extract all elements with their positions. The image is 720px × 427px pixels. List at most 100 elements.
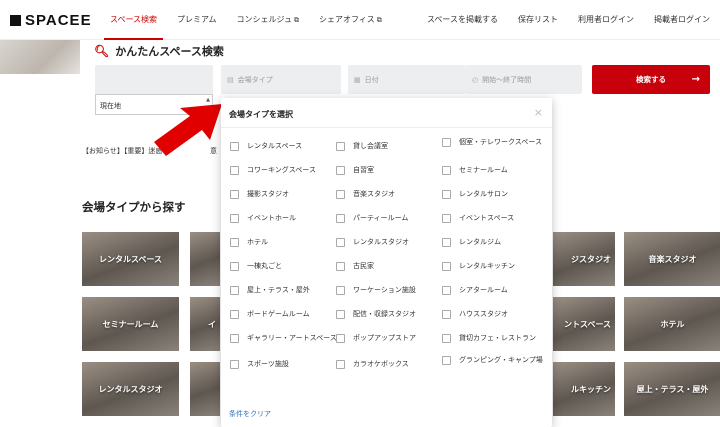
nav-item[interactable]: 利用者ログイン [568, 0, 644, 40]
venue-type-modal: 会場タイプを選択 × レンタルスペース 貸し会議室 個室・テレワークスペースコワーキ… [221, 98, 552, 427]
checkbox[interactable] [230, 360, 239, 369]
checkbox[interactable] [442, 138, 451, 147]
tile-partial[interactable]: ジスタジオ [553, 232, 615, 286]
hero-image [0, 40, 80, 74]
checkbox[interactable] [230, 166, 239, 175]
checkbox[interactable] [336, 310, 345, 319]
checkbox[interactable] [442, 286, 451, 295]
venue-type-option[interactable]: ワーケーション施設 [336, 286, 446, 295]
external-link-icon: ⧉ [376, 16, 382, 24]
venue-type-option[interactable]: ギャラリー・アートスペース [230, 334, 340, 343]
nav-item[interactable]: シェアオフィス ⧉ [309, 0, 392, 40]
venue-type-option[interactable]: ポップアップストア [336, 334, 446, 343]
checkbox[interactable] [442, 310, 451, 319]
option-label: ホテル [247, 238, 268, 246]
nav-item[interactable]: プレミアム [167, 0, 226, 40]
checkbox[interactable] [442, 238, 451, 247]
venue-type-option[interactable]: 個室・テレワークスペース [442, 138, 552, 147]
search-title-text: かんたんスペース検索 [115, 45, 224, 58]
checkbox[interactable] [336, 360, 345, 369]
checkbox[interactable] [442, 214, 451, 223]
checkbox[interactable] [336, 286, 345, 295]
nav-item[interactable]: コンシェルジュ ⧉ [227, 0, 309, 40]
checkbox[interactable] [336, 142, 345, 151]
checkbox[interactable] [230, 262, 239, 271]
tile-partial[interactable] [190, 232, 220, 286]
venue-type-option[interactable]: 貸し会議室 [336, 142, 446, 151]
checkbox[interactable] [336, 262, 345, 271]
tile-partial[interactable]: ルキッチン [553, 362, 615, 416]
option-label: レンタルジム [459, 238, 501, 246]
venue-type-option[interactable]: カラオケボックス [336, 360, 446, 369]
venue-type-option[interactable]: 古民家 [336, 262, 446, 271]
tile-hotel[interactable]: ホテル [624, 297, 720, 351]
checkbox[interactable] [336, 166, 345, 175]
checkbox[interactable] [442, 356, 451, 365]
venue-type-option[interactable]: 自習室 [336, 166, 446, 175]
venue-type-option[interactable]: 一棟丸ごと [230, 262, 340, 271]
venue-type-option[interactable]: ボードゲームルーム [230, 310, 340, 319]
tile-partial[interactable] [190, 362, 220, 416]
venue-type-option[interactable]: シアタールーム [442, 286, 552, 295]
checkbox[interactable] [230, 238, 239, 247]
venue-type-option[interactable]: ホテル [230, 238, 340, 247]
close-icon[interactable]: × [534, 106, 543, 119]
tile-seminar-room[interactable]: セミナールーム [82, 297, 179, 351]
venue-type-option[interactable]: 屋上・テラス・屋外 [230, 286, 340, 295]
location-field[interactable] [95, 65, 213, 94]
checkbox[interactable] [230, 334, 239, 343]
checkbox[interactable] [442, 334, 451, 343]
venue-type-option[interactable]: スポーツ施設 [230, 360, 340, 369]
venue-type-option[interactable]: レンタルジム [442, 238, 552, 247]
tile-music-studio[interactable]: 音楽スタジオ [624, 232, 720, 286]
clear-conditions-link[interactable]: 条件をクリア [229, 409, 271, 419]
nav-item[interactable]: 保存リスト [508, 0, 568, 40]
venue-type-option[interactable]: レンタルキッチン [442, 262, 552, 271]
venue-type-option[interactable]: 撮影スタジオ [230, 190, 340, 199]
venue-type-option[interactable]: グランピング・キャンプ場 [442, 356, 552, 365]
checkbox[interactable] [230, 190, 239, 199]
tile-partial[interactable]: イ [190, 297, 220, 351]
venue-type-option[interactable]: レンタルスペース [230, 142, 340, 151]
tile-rental-space[interactable]: レンタルスペース [82, 232, 179, 286]
option-label: 音楽スタジオ [353, 190, 395, 198]
option-label: スポーツ施設 [247, 360, 289, 368]
tile-rental-studio[interactable]: レンタルスタジオ [82, 362, 179, 416]
checkbox[interactable] [230, 310, 239, 319]
time-field[interactable]: ◴ 開始～終了時間 [466, 65, 582, 94]
venue-type-option[interactable]: レンタルスタジオ [336, 238, 446, 247]
modal-title: 会場タイプを選択 [229, 110, 293, 119]
logo[interactable]: SPACEE [10, 12, 92, 29]
checkbox[interactable] [230, 286, 239, 295]
checkbox[interactable] [230, 214, 239, 223]
date-placeholder: 日付 [364, 75, 379, 84]
date-field[interactable]: ▦ 日付 [348, 65, 466, 94]
venue-type-option[interactable]: レンタルサロン [442, 190, 552, 199]
venue-type-option[interactable]: イベントスペース [442, 214, 552, 223]
option-label: パーティールーム [353, 214, 409, 222]
venue-type-option[interactable]: パーティールーム [336, 214, 446, 223]
venue-type-option[interactable]: ハウススタジオ [442, 310, 552, 319]
venue-type-field[interactable]: ▤ 会場タイプ [221, 65, 341, 94]
search-button[interactable]: 検索する → [592, 65, 710, 94]
nav-item[interactable]: スペース検索 [100, 0, 167, 40]
venue-type-option[interactable]: イベントホール [230, 214, 340, 223]
checkbox[interactable] [442, 190, 451, 199]
checkbox[interactable] [336, 190, 345, 199]
checkbox[interactable] [336, 238, 345, 247]
venue-type-option[interactable]: 音楽スタジオ [336, 190, 446, 199]
nav-item[interactable]: スペースを掲載する [417, 0, 508, 40]
checkbox[interactable] [230, 142, 239, 151]
tile-rooftop[interactable]: 屋上・テラス・屋外 [624, 362, 720, 416]
venue-type-option[interactable]: コワーキングスペース [230, 166, 340, 175]
checkbox[interactable] [336, 334, 345, 343]
option-label: ワーケーション施設 [353, 286, 416, 294]
venue-type-option[interactable]: セミナールーム [442, 166, 552, 175]
checkbox[interactable] [442, 166, 451, 175]
venue-type-option[interactable]: 貸切カフェ・レストラン [442, 334, 552, 343]
nav-item[interactable]: 掲載者ログイン [644, 0, 720, 40]
venue-type-option[interactable]: 配信・収録スタジオ [336, 310, 446, 319]
checkbox[interactable] [336, 214, 345, 223]
tile-partial[interactable]: ントスペース [553, 297, 615, 351]
checkbox[interactable] [442, 262, 451, 271]
